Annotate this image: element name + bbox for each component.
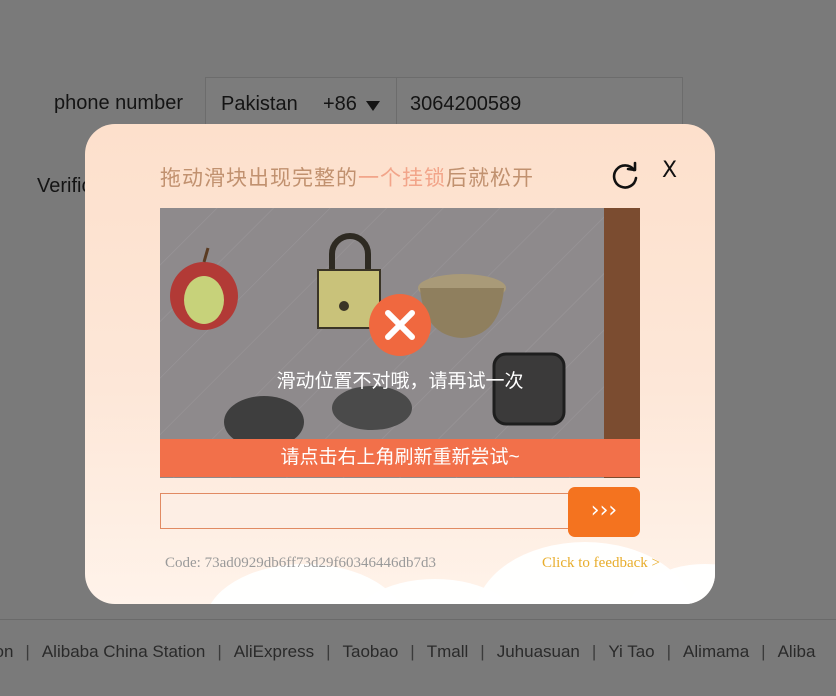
x-circle-icon — [369, 294, 431, 356]
footer-separator: | — [761, 642, 766, 661]
puzzle-edge — [604, 208, 640, 478]
footer-separator: | — [25, 642, 30, 661]
verification-label: Verific — [37, 175, 92, 197]
footer: tion | Alibaba China Station | AliExpress | Ta… — [0, 619, 836, 696]
instruction-highlight: 一个挂锁 — [358, 167, 446, 190]
puzzle-image: 滑动位置不对哦，请再试一次 — [160, 208, 640, 478]
phone-input-group: Pakistan +86 3064200589 — [205, 77, 683, 131]
refresh-tip-bar: 请点击右上角刷新重新尝试~ — [160, 439, 640, 477]
refresh-icon[interactable] — [609, 160, 641, 192]
footer-link-taobao[interactable]: Taobao — [343, 642, 399, 662]
footer-link-alibaba-china[interactable]: Alibaba China Station — [42, 642, 206, 662]
footer-separator: | — [591, 642, 597, 661]
country-select[interactable]: Pakistan +86 — [206, 78, 397, 130]
footer-separator: | — [326, 642, 331, 661]
footer-link-alimama[interactable]: Alimama — [683, 642, 749, 662]
footer-link-station[interactable]: tion — [0, 642, 13, 662]
close-icon[interactable]: X — [662, 158, 677, 183]
instruction-text: 拖动滑块出现完整的 — [160, 167, 358, 190]
phone-number-input[interactable]: 3064200589 — [410, 93, 521, 116]
caret-down-icon — [366, 101, 380, 111]
country-name: Pakistan — [221, 93, 298, 115]
footer-link-tmall[interactable]: Tmall — [427, 642, 469, 662]
captcha-modal: 拖动滑块出现完整的一个挂锁后就松开 X 滑动位置不对哦，请再试一次 请点击右上角… — [85, 124, 715, 604]
footer-separator: | — [666, 642, 672, 661]
captcha-instruction: 拖动滑块出现完整的一个挂锁后就松开 — [160, 162, 534, 192]
footer-separator: | — [480, 642, 485, 661]
footer-link-aliba[interactable]: Aliba — [778, 642, 816, 662]
instruction-text-end: 后就松开 — [446, 167, 534, 190]
footer-link-aliexpress[interactable]: AliExpress — [234, 642, 314, 662]
error-message: 滑动位置不对哦，请再试一次 — [276, 371, 524, 392]
feedback-link[interactable]: Click to feedback > — [542, 555, 660, 572]
footer-links: tion | Alibaba China Station | AliExpress | Ta… — [0, 642, 815, 662]
country-code: +86 — [323, 93, 357, 115]
phone-number-label: phone number — [54, 92, 183, 114]
captcha-code: Code: 73ad0929db6ff73d29f60346446db7d3 — [165, 555, 436, 571]
footer-separator: | — [217, 642, 222, 661]
slider-track[interactable] — [160, 493, 570, 529]
footer-link-yitao[interactable]: Yi Tao — [608, 642, 654, 662]
slider-handle[interactable]: ››› — [568, 487, 640, 537]
footer-separator: | — [410, 642, 415, 661]
footer-link-juhuasuan[interactable]: Juhuasuan — [497, 642, 580, 662]
